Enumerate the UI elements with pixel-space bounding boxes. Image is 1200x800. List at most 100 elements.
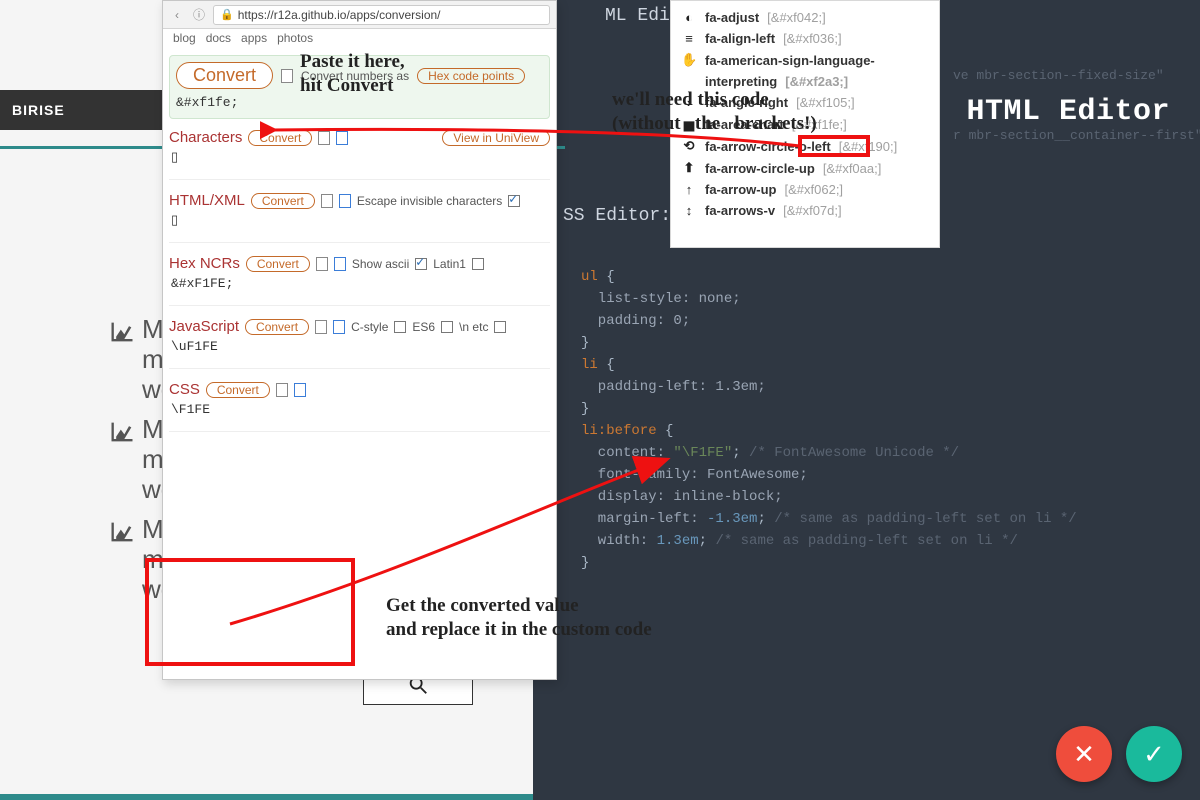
copy-icon[interactable] <box>316 257 328 271</box>
icon-list-row[interactable]: ▅ fa-area-chart [&#xf1fe;] <box>681 113 929 135</box>
icon-code: [&#xf042;] <box>767 10 826 25</box>
icon-list-row[interactable]: interpreting [&#xf2a3;] <box>681 71 929 92</box>
copy-icon[interactable] <box>318 131 330 145</box>
area-chart-icon <box>108 518 136 546</box>
icon-list-popup: ◐ fa-adjust [&#xf042;] ≡ fa-align-left [&#x… <box>670 0 940 248</box>
icon-code: [&#xf105;] <box>796 95 855 110</box>
section-css: CSS Convert \F1FE <box>169 381 550 432</box>
icon-name: fa-angle-right <box>705 95 788 110</box>
section-javascript: JavaScript Convert C-style ES6 \n etc \u… <box>169 318 550 369</box>
nav-link[interactable]: photos <box>277 31 313 45</box>
icon-list-row[interactable]: ✋ fa-american-sign-language- <box>681 49 929 71</box>
glyph-icon: ⟲ <box>681 138 697 154</box>
es6-checkbox[interactable] <box>441 321 453 333</box>
show-ascii-checkbox[interactable] <box>415 258 427 270</box>
convert-button[interactable]: Convert <box>251 193 315 209</box>
icon-code: [&#xf2a3;] <box>785 74 848 89</box>
glyph-icon: ◐ <box>681 10 697 25</box>
icon-name: fa-arrow-up <box>705 182 777 197</box>
chk-label: ES6 <box>412 320 435 334</box>
url-text: https://r12a.github.io/apps/conversion/ <box>238 8 441 22</box>
icon-list-row[interactable]: ⟲ fa-arrow-circle-o-left [&#xf190;] <box>681 135 929 157</box>
icon-code: [&#xf1fe;] <box>792 117 847 132</box>
icon-name: interpreting <box>705 74 777 89</box>
converter-window: ‹ ⓘ 🔒 https://r12a.github.io/apps/conver… <box>162 0 557 680</box>
confirm-fab[interactable]: ✓ <box>1126 726 1182 782</box>
output-hexncr[interactable]: &#xF1FE; <box>169 272 550 301</box>
convert-button[interactable]: Convert <box>176 62 273 89</box>
back-icon[interactable]: ‹ <box>169 8 185 22</box>
view-uniview-button[interactable]: View in UniView <box>442 130 550 146</box>
convert-button[interactable]: Convert <box>206 382 270 398</box>
url-field[interactable]: 🔒 https://r12a.github.io/apps/conversion… <box>213 5 550 25</box>
n-etc-checkbox[interactable] <box>494 321 506 333</box>
icon-list-row[interactable]: ↑ fa-arrow-up [&#xf062;] <box>681 179 929 200</box>
area-chart-icon <box>108 318 136 346</box>
css-editor-label: SS Editor: <box>563 206 671 226</box>
icon-name: fa-adjust <box>705 10 759 25</box>
convert-opts-button[interactable]: Hex code points <box>417 68 525 84</box>
select-icon[interactable] <box>333 320 345 334</box>
icon-list-row[interactable]: ◐ fa-adjust [&#xf042;] <box>681 7 929 28</box>
converter-input[interactable] <box>176 93 543 112</box>
nav-link[interactable]: blog <box>173 31 196 45</box>
select-icon[interactable] <box>339 194 351 208</box>
select-icon[interactable] <box>294 383 306 397</box>
copy-icon[interactable] <box>281 69 293 83</box>
latin1-checkbox[interactable] <box>472 258 484 270</box>
glyph-icon: ▅ <box>681 116 697 132</box>
section-htmlxml: HTML/XML Convert Escape invisible charac… <box>169 192 550 243</box>
icon-name: fa-align-left <box>705 31 775 46</box>
icon-list-row[interactable]: ⬆ fa-arrow-circle-up [&#xf0aa;] <box>681 157 929 179</box>
output-css[interactable]: \F1FE <box>169 398 550 427</box>
select-icon[interactable] <box>334 257 346 271</box>
icon-name: fa-arrow-circle-up <box>705 161 815 176</box>
section-title: Characters <box>169 129 242 146</box>
copy-icon[interactable] <box>315 320 327 334</box>
select-icon[interactable] <box>336 131 348 145</box>
section-characters: Characters Convert View in UniView ▯ <box>169 129 550 180</box>
convert-button[interactable]: Convert <box>248 130 312 146</box>
icon-list-row[interactable]: ≡ fa-align-left [&#xf036;] <box>681 28 929 49</box>
css-code-block[interactable]: ul { list-style: none; padding: 0; } li … <box>581 266 1077 574</box>
icon-name: fa-arrow-circle-o-left <box>705 139 831 154</box>
info-icon[interactable]: ⓘ <box>191 6 207 23</box>
icon-code: [&#xf036;] <box>783 31 842 46</box>
glyph-icon: ↕ <box>681 203 697 218</box>
icon-name: fa-area-chart <box>705 117 784 132</box>
chk-label: \n etc <box>459 320 488 334</box>
escape-invisible-checkbox[interactable] <box>508 195 520 207</box>
icon-list-row[interactable]: › fa-angle-right [&#xf105;] <box>681 92 929 113</box>
nav-link[interactable]: docs <box>206 31 231 45</box>
cancel-fab[interactable]: ✕ <box>1056 726 1112 782</box>
icon-code: [&#xf0aa;] <box>823 161 882 176</box>
icon-code: [&#xf190;] <box>839 139 898 154</box>
glyph-icon: ⬆ <box>681 160 697 176</box>
section-title: JavaScript <box>169 318 239 335</box>
copy-icon[interactable] <box>321 194 333 208</box>
section-title: HTML/XML <box>169 192 245 209</box>
output-javascript[interactable]: \uF1FE <box>169 335 550 364</box>
section-title: CSS <box>169 381 200 398</box>
convert-button[interactable]: Convert <box>245 319 309 335</box>
glyph-icon: › <box>681 95 697 110</box>
glyph-icon: ↑ <box>681 182 697 197</box>
copy-icon[interactable] <box>276 383 288 397</box>
chk-label: Show ascii <box>352 257 409 271</box>
glyph-icon: ≡ <box>681 31 697 46</box>
nav-links: blog docs apps photos <box>163 29 556 51</box>
lock-icon: 🔒 <box>220 8 234 21</box>
output-htmlxml[interactable]: ▯ <box>169 209 550 238</box>
icon-code: [&#xf062;] <box>785 182 844 197</box>
icon-list-row[interactable]: ↕fa-arrows-v [&#xf07d;] <box>681 200 929 221</box>
chk-label: Latin1 <box>433 257 466 271</box>
nav-link[interactable]: apps <box>241 31 267 45</box>
cstyle-checkbox[interactable] <box>394 321 406 333</box>
convert-button[interactable]: Convert <box>246 256 310 272</box>
glyph-icon: ✋ <box>681 52 697 68</box>
section-title: Hex NCRs <box>169 255 240 272</box>
icon-name: fa-american-sign-language- <box>705 53 875 68</box>
area-chart-icon <box>108 418 136 446</box>
section-hexncr: Hex NCRs Convert Show ascii Latin1 &#xF1… <box>169 255 550 306</box>
output-characters[interactable]: ▯ <box>169 146 550 175</box>
